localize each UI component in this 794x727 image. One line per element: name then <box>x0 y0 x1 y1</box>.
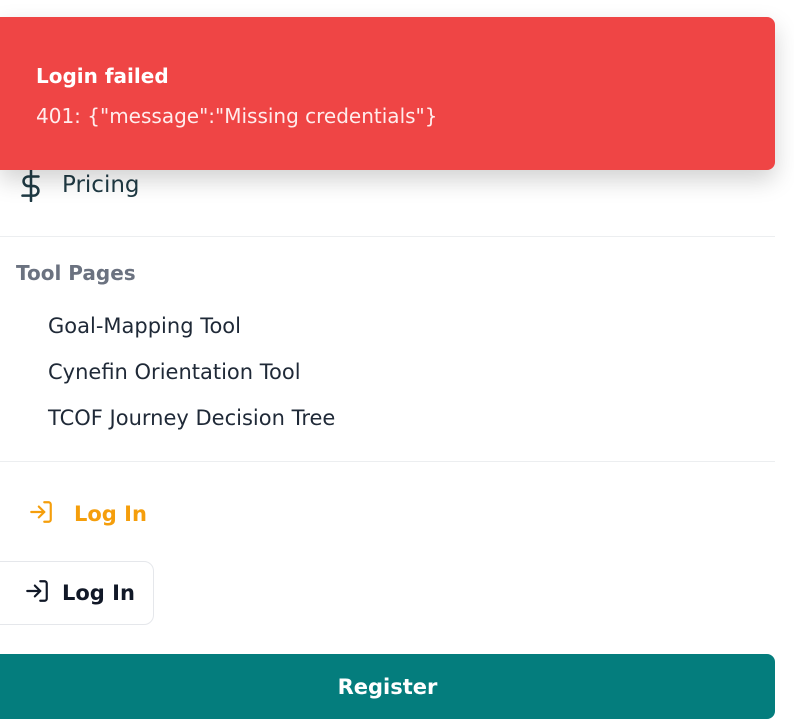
register-button-label: Register <box>337 674 438 699</box>
toast-title: Login failed <box>36 64 169 88</box>
mobile-menu-page: Login failed 401: {"message":"Missing cr… <box>0 0 794 727</box>
tool-link-cynefin-orientation[interactable]: Cynefin Orientation Tool <box>48 360 301 384</box>
dollar-sign-icon <box>18 165 44 205</box>
divider <box>0 236 775 237</box>
log-in-icon <box>24 578 50 608</box>
login-link-label: Log In <box>74 502 147 526</box>
tool-link-tcof-journey[interactable]: TCOF Journey Decision Tree <box>48 406 335 430</box>
section-heading-tool-pages: Tool Pages <box>16 261 136 285</box>
login-button-label: Log In <box>62 581 135 605</box>
toast-description: 401: {"message":"Missing credentials"} <box>36 104 438 128</box>
nav-item-label: Pricing <box>62 172 140 198</box>
register-button[interactable]: Register <box>0 654 775 719</box>
login-button[interactable]: Log In <box>0 561 154 625</box>
divider <box>0 461 775 462</box>
login-link[interactable]: Log In <box>28 496 147 532</box>
tool-link-goal-mapping[interactable]: Goal-Mapping Tool <box>48 314 241 338</box>
error-toast[interactable]: Login failed 401: {"message":"Missing cr… <box>0 17 775 170</box>
log-in-icon <box>28 499 54 529</box>
